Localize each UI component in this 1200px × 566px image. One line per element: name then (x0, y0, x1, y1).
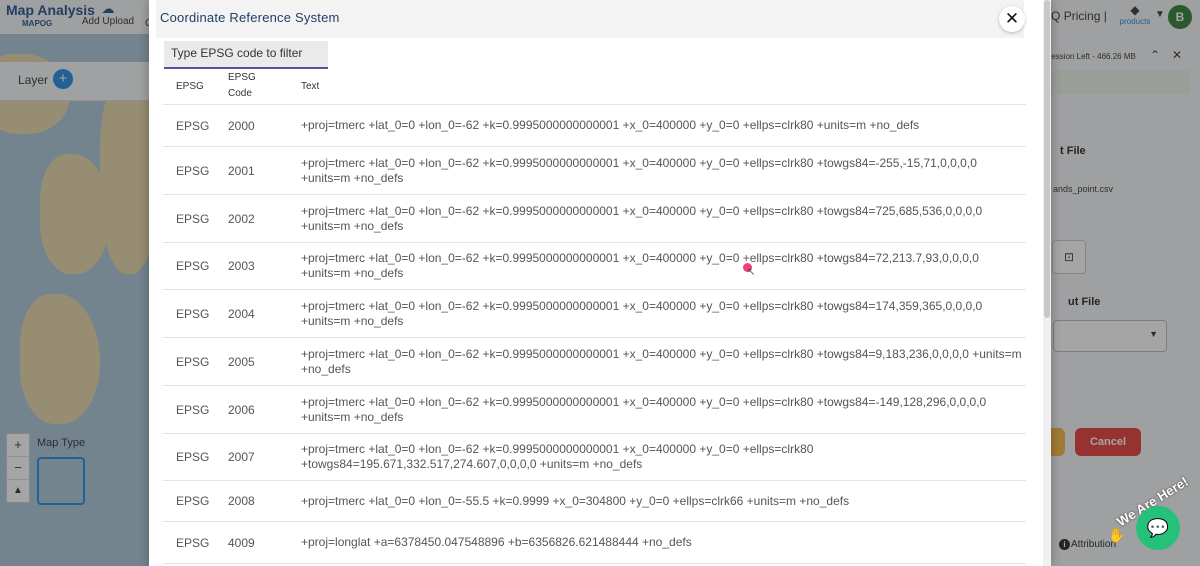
crs-modal: Coordinate Reference System ✕ EPSG EPSG … (149, 0, 1051, 566)
table-row[interactable]: EPSG 2006 +proj=tmerc +lat_0=0 +lon_0=-6… (163, 385, 1026, 434)
modal-title: Coordinate Reference System (160, 10, 340, 25)
table-row[interactable]: EPSG 2005 +proj=tmerc +lat_0=0 +lon_0=-6… (163, 337, 1026, 386)
cell-authority: EPSG (163, 289, 228, 338)
table-row[interactable]: EPSG 4009 +proj=longlat +a=6378450.04754… (163, 521, 1026, 564)
cell-authority: EPSG (163, 337, 228, 386)
cell-code: 2003 (228, 242, 301, 290)
cell-authority: EPSG (163, 146, 228, 195)
table-row[interactable]: EPSG 2000 +proj=tmerc +lat_0=0 +lon_0=-6… (163, 104, 1026, 147)
cursor-pointer-icon: ↖ (747, 267, 756, 278)
crs-table: EPSG EPSG Code Text EPSG 2000 +proj=tmer… (163, 68, 1026, 564)
table-row[interactable]: EPSG 2001 +proj=tmerc +lat_0=0 +lon_0=-6… (163, 146, 1026, 195)
cell-authority: EPSG (163, 242, 228, 290)
epsg-filter-input[interactable] (164, 41, 328, 65)
table-row[interactable]: EPSG 2008 +proj=tmerc +lat_0=0 +lon_0=-5… (163, 480, 1026, 522)
epsg-filter-tab[interactable] (164, 41, 328, 69)
cell-code: 2001 (228, 146, 301, 195)
cell-proj-text: +proj=tmerc +lat_0=0 +lon_0=-62 +k=0.999… (301, 146, 1026, 195)
table-row[interactable]: EPSG 2007 +proj=tmerc +lat_0=0 +lon_0=-6… (163, 433, 1026, 481)
cell-proj-text: +proj=tmerc +lat_0=0 +lon_0=-62 +k=0.999… (301, 337, 1026, 386)
cell-authority: EPSG (163, 433, 228, 481)
cell-proj-text: +proj=tmerc +lat_0=0 +lon_0=-62 +k=0.999… (301, 385, 1026, 434)
cell-code: 2002 (228, 194, 301, 243)
cell-authority: EPSG (163, 480, 228, 522)
table-row[interactable]: EPSG 2004 +proj=tmerc +lat_0=0 +lon_0=-6… (163, 289, 1026, 338)
chat-icon[interactable]: 💬 (1136, 506, 1180, 550)
cell-proj-text: +proj=longlat +a=6378450.047548896 +b=63… (301, 521, 1026, 564)
modal-scrollbar[interactable] (1043, 0, 1051, 566)
cell-code: 2007 (228, 433, 301, 481)
cell-authority: EPSG (163, 521, 228, 564)
cell-code: 4009 (228, 521, 301, 564)
wave-hand-icon: ✋ (1108, 527, 1126, 543)
close-icon[interactable]: ✕ (999, 6, 1025, 32)
cell-proj-text: +proj=tmerc +lat_0=0 +lon_0=-62 +k=0.999… (301, 289, 1026, 338)
column-header-authority[interactable]: EPSG (163, 68, 228, 105)
cell-proj-text: +proj=tmerc +lat_0=0 +lon_0=-62 +k=0.999… (301, 104, 1026, 147)
cell-code: 2005 (228, 337, 301, 386)
cell-authority: EPSG (163, 104, 228, 147)
cell-code: 2004 (228, 289, 301, 338)
table-row[interactable]: EPSG 2002 +proj=tmerc +lat_0=0 +lon_0=-6… (163, 194, 1026, 243)
column-header-code-line1: EPSG (228, 72, 256, 83)
cell-proj-text: +proj=tmerc +lat_0=0 +lon_0=-62 +k=0.999… (301, 242, 1026, 290)
scrollbar-thumb[interactable] (1044, 0, 1050, 318)
column-header-text[interactable]: Text (301, 68, 1026, 105)
cell-authority: EPSG (163, 194, 228, 243)
table-row[interactable]: EPSG 2003 +proj=tmerc +lat_0=0 +lon_0=-6… (163, 242, 1026, 290)
column-header-code[interactable]: EPSG Code (228, 68, 301, 105)
cell-proj-text: +proj=tmerc +lat_0=0 +lon_0=-55.5 +k=0.9… (301, 480, 1026, 522)
cell-proj-text: +proj=tmerc +lat_0=0 +lon_0=-62 +k=0.999… (301, 433, 1026, 481)
cell-code: 2000 (228, 104, 301, 147)
cell-proj-text: +proj=tmerc +lat_0=0 +lon_0=-62 +k=0.999… (301, 194, 1026, 243)
column-header-code-line2: Code (228, 88, 252, 99)
cell-code: 2006 (228, 385, 301, 434)
cell-code: 2008 (228, 480, 301, 522)
table-header-row: EPSG EPSG Code Text (163, 68, 1026, 105)
modal-header: Coordinate Reference System ✕ (156, 0, 1025, 38)
cell-authority: EPSG (163, 385, 228, 434)
